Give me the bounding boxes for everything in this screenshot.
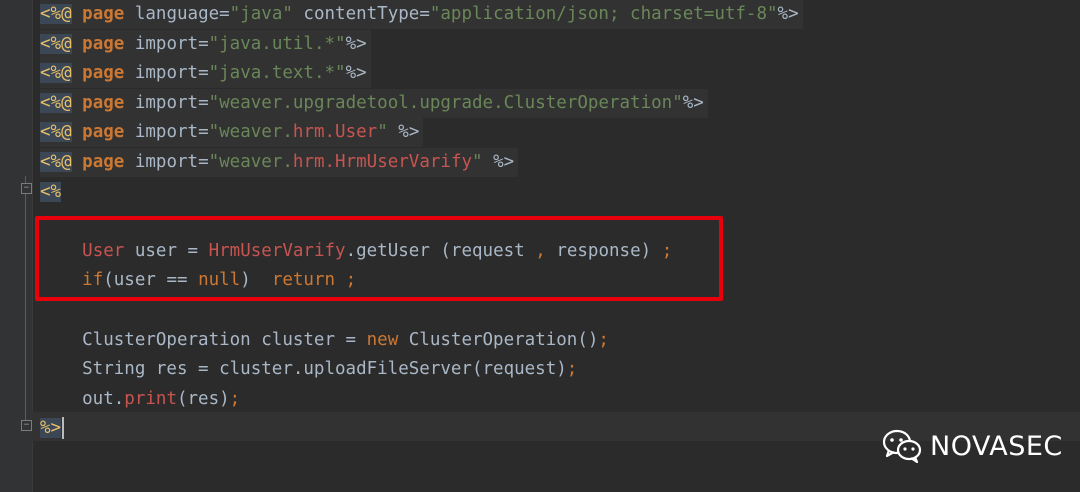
code-token: %> (40, 418, 62, 439)
text-caret (62, 417, 65, 440)
code-line[interactable]: <%@ page language="java" contentType="ap… (40, 0, 803, 29)
code-token: ClusterOperation() (398, 329, 599, 350)
code-token: "java" (229, 4, 293, 24)
code-token: import= (124, 63, 209, 84)
code-token: page (82, 122, 125, 143)
fold-close-icon[interactable]: − (21, 420, 32, 431)
code-token: %> (345, 33, 367, 54)
fold-guide-line (25, 176, 26, 426)
code-token: import= (124, 33, 209, 54)
code-token: new (366, 329, 399, 350)
code-token: ; (566, 359, 578, 380)
code-line[interactable]: %> (40, 414, 65, 443)
code-token: "weaver. (208, 152, 293, 172)
highlight-box (35, 216, 723, 301)
code-token: "application/json; charset=utf-8" (429, 4, 778, 24)
code-token: <%@ (40, 63, 72, 84)
code-token: import= (124, 122, 209, 143)
code-token: "java.text.*" (208, 63, 346, 84)
code-token: ; (229, 388, 241, 409)
code-token: hrm.User (292, 122, 378, 143)
code-token: ClusterOperation cluster = (40, 329, 367, 350)
code-token: " (377, 122, 388, 143)
code-line[interactable]: <%@ page import="weaver.hrm.HrmUserVarif… (40, 148, 519, 177)
code-token: "weaver.upgradetool.upgrade.ClusterOpera… (208, 92, 683, 113)
code-token: ; (598, 329, 609, 350)
code-token: print (124, 388, 177, 409)
code-line[interactable]: <%@ page import="java.util.*"%> (40, 29, 371, 59)
brand-name: NOVASEC (930, 430, 1063, 462)
code-token: language= (124, 4, 230, 24)
code-line[interactable]: <%@ page import="weaver.hrm.User" %> (40, 118, 424, 148)
code-token: page (82, 152, 125, 172)
code-token: out. (40, 388, 125, 409)
code-token: import= (124, 92, 209, 113)
code-token: String res = cluster.uploadFileServer(re… (40, 359, 567, 380)
code-token: page (82, 33, 125, 54)
code-token: <%@ (40, 122, 72, 143)
code-token: <%@ (40, 152, 72, 172)
code-token: %> (387, 122, 420, 143)
code-token: %> (777, 4, 799, 24)
code-line[interactable]: out.print(res); (40, 385, 240, 414)
fold-open-icon[interactable]: − (21, 183, 32, 194)
code-token: contentType= (292, 4, 430, 24)
code-token: %> (482, 152, 515, 172)
code-token: " (472, 152, 483, 172)
code-token: page (82, 63, 125, 84)
brand-watermark: NOVASEC (882, 426, 1063, 466)
code-token: hrm.HrmUserVarify (292, 152, 473, 172)
code-line[interactable]: String res = cluster.uploadFileServer(re… (40, 355, 577, 384)
code-token: (res) (176, 388, 230, 409)
code-line[interactable]: <% (40, 178, 62, 207)
code-token: %> (682, 92, 704, 113)
code-token: <%@ (40, 4, 72, 24)
code-token: <%@ (40, 92, 72, 113)
code-token: %> (345, 63, 367, 84)
code-line[interactable]: ClusterOperation cluster = new ClusterOp… (40, 326, 609, 355)
code-token: import= (124, 152, 209, 172)
code-line[interactable]: <%@ page import="weaver.upgradetool.upgr… (40, 88, 708, 118)
code-token: "weaver. (208, 122, 293, 143)
code-line[interactable]: <%@ page import="java.text.*"%> (40, 59, 371, 89)
editor-gutter (0, 0, 33, 492)
code-token: <% (40, 181, 62, 202)
wechat-icon (882, 429, 922, 463)
code-token: page (82, 4, 125, 24)
code-token: <%@ (40, 33, 72, 54)
code-token: "java.util.*" (208, 33, 346, 54)
code-token: page (82, 92, 125, 113)
